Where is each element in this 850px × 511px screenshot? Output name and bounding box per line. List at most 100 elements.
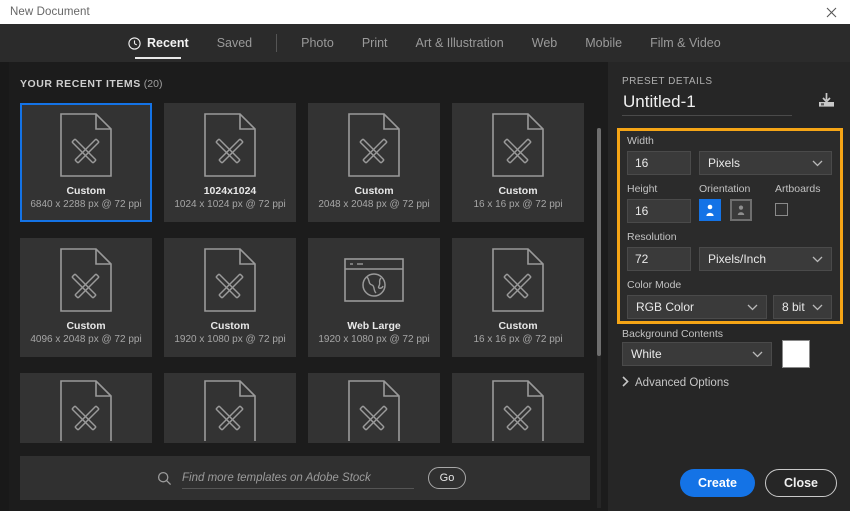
- close-icon[interactable]: [812, 0, 850, 24]
- landscape-orientation-button[interactable]: [730, 199, 752, 221]
- window-title: New Document: [10, 6, 90, 18]
- artboards-label: Artboards: [775, 183, 821, 195]
- advanced-options-label: Advanced Options: [635, 377, 729, 389]
- recent-item-meta: 1920 x 1080 px @ 72 ppi: [174, 333, 285, 347]
- background-contents-label: Background Contents: [622, 328, 723, 340]
- recent-item-meta: 2048 x 2048 px @ 72 ppi: [318, 198, 429, 212]
- category-tabbar: Recent Saved Photo Print Art & Illustrat…: [0, 24, 850, 62]
- recent-item-card[interactable]: Custom 1920 x 1080 px @ 72 ppi: [164, 238, 296, 357]
- chevron-down-icon: [812, 300, 823, 314]
- recent-item-meta: 4096 x 2048 px @ 72 ppi: [30, 333, 141, 347]
- height-label: Height: [627, 183, 657, 195]
- recent-item-card[interactable]: Web Large 1920 x 1080 px @ 72 ppi: [308, 238, 440, 357]
- window-titlebar: New Document: [0, 0, 850, 24]
- close-button[interactable]: Close: [765, 469, 837, 497]
- tab-photo[interactable]: Photo: [287, 24, 348, 62]
- recent-item-meta: 1920 x 1080 px @ 72 ppi: [318, 333, 429, 347]
- bit-depth-select[interactable]: 8 bit: [773, 295, 832, 319]
- orientation-group: [699, 199, 752, 221]
- save-preset-icon[interactable]: [817, 92, 836, 116]
- tab-web[interactable]: Web: [518, 24, 571, 62]
- tab-art-illustration[interactable]: Art & Illustration: [402, 24, 518, 62]
- preset-settings-highlight: Width Pixels Height Orientation: [617, 128, 843, 324]
- artboards-checkbox[interactable]: [775, 203, 788, 216]
- color-mode-label: Color Mode: [627, 279, 681, 291]
- tab-label: Saved: [217, 36, 252, 50]
- document-icon: [22, 105, 150, 185]
- recent-item-card[interactable]: Custom 16 x 16 px @ 72 ppi: [452, 103, 584, 222]
- recent-item-card[interactable]: [452, 373, 584, 443]
- stock-search-go-button[interactable]: Go: [428, 467, 466, 489]
- tab-mobile[interactable]: Mobile: [571, 24, 636, 62]
- advanced-options-toggle[interactable]: Advanced Options: [622, 376, 729, 390]
- recent-item-card[interactable]: Custom 2048 x 2048 px @ 72 ppi: [308, 103, 440, 222]
- clock-icon: [128, 37, 141, 50]
- tab-label: Web: [532, 36, 557, 50]
- tab-film-video[interactable]: Film & Video: [636, 24, 735, 62]
- resolution-input[interactable]: [627, 247, 691, 271]
- document-icon: [454, 240, 582, 320]
- recent-item-card[interactable]: 1024x1024 1024 x 1024 px @ 72 ppi: [164, 103, 296, 222]
- resolution-label: Resolution: [627, 231, 677, 243]
- recent-item-card[interactable]: [308, 373, 440, 443]
- recent-item-card[interactable]: Custom 6840 x 2288 px @ 72 ppi: [20, 103, 152, 222]
- portrait-icon: [704, 203, 716, 217]
- recent-item-name: Custom: [498, 320, 537, 333]
- orientation-label: Orientation: [699, 183, 750, 195]
- preset-name-input[interactable]: [622, 92, 792, 116]
- scrollbar-thumb[interactable]: [597, 128, 601, 356]
- document-icon: [22, 375, 150, 443]
- background-contents-select[interactable]: White: [622, 342, 772, 366]
- chevron-down-icon: [812, 156, 823, 170]
- document-icon: [310, 375, 438, 443]
- tab-label: Mobile: [585, 36, 622, 50]
- tab-print[interactable]: Print: [348, 24, 402, 62]
- recent-items-count: (20): [144, 78, 163, 90]
- document-icon: [166, 240, 294, 320]
- recent-items-grid: Custom 6840 x 2288 px @ 72 ppi 1024x1024: [20, 103, 590, 443]
- panel-edge-strip: [0, 62, 9, 511]
- width-input[interactable]: [627, 151, 691, 175]
- recent-item-card[interactable]: [20, 373, 152, 443]
- recent-item-card[interactable]: Custom 16 x 16 px @ 72 ppi: [452, 238, 584, 357]
- document-icon: [310, 105, 438, 185]
- tab-saved[interactable]: Saved: [203, 24, 266, 62]
- stock-search-input[interactable]: [182, 472, 414, 484]
- landscape-icon: [734, 204, 748, 216]
- create-button[interactable]: Create: [680, 469, 755, 497]
- color-mode-select[interactable]: RGB Color: [627, 295, 767, 319]
- chevron-down-icon: [752, 347, 763, 361]
- stock-search-field: [182, 467, 414, 489]
- portrait-orientation-button[interactable]: [699, 199, 721, 221]
- resolution-unit-select[interactable]: Pixels/Inch: [699, 247, 832, 271]
- tab-label: Art & Illustration: [416, 36, 504, 50]
- width-unit-value: Pixels: [708, 156, 740, 170]
- tab-recent[interactable]: Recent: [114, 24, 203, 62]
- recent-items-scrollbar[interactable]: [597, 128, 601, 508]
- search-icon: [157, 471, 172, 486]
- recent-item-card[interactable]: Custom 4096 x 2048 px @ 72 ppi: [20, 238, 152, 357]
- color-mode-value: RGB Color: [636, 300, 694, 314]
- background-color-swatch[interactable]: [782, 340, 810, 368]
- recent-item-meta: 1024 x 1024 px @ 72 ppi: [174, 198, 285, 212]
- document-icon: [454, 375, 582, 443]
- width-unit-select[interactable]: Pixels: [699, 151, 832, 175]
- browser-globe-icon: [310, 240, 438, 320]
- bit-depth-value: 8 bit: [782, 300, 805, 314]
- recent-items-panel: YOUR RECENT ITEMS(20) Custom 6840 x: [0, 62, 608, 511]
- tab-label: Film & Video: [650, 36, 721, 50]
- tab-label: Print: [362, 36, 388, 50]
- recent-items-heading: YOUR RECENT ITEMS(20): [20, 78, 162, 90]
- recent-item-meta: 6840 x 2288 px @ 72 ppi: [30, 198, 141, 212]
- document-icon: [166, 375, 294, 443]
- tab-divider: [276, 34, 277, 52]
- document-icon: [454, 105, 582, 185]
- height-input[interactable]: [627, 199, 691, 223]
- recent-item-name: Custom: [66, 185, 105, 198]
- background-contents-value: White: [631, 347, 662, 361]
- preset-details-heading: PRESET DETAILS: [622, 76, 713, 87]
- recent-item-card[interactable]: [164, 373, 296, 443]
- recent-item-meta: 16 x 16 px @ 72 ppi: [473, 198, 562, 212]
- recent-item-name: Custom: [354, 185, 393, 198]
- recent-item-name: Web Large: [347, 320, 400, 333]
